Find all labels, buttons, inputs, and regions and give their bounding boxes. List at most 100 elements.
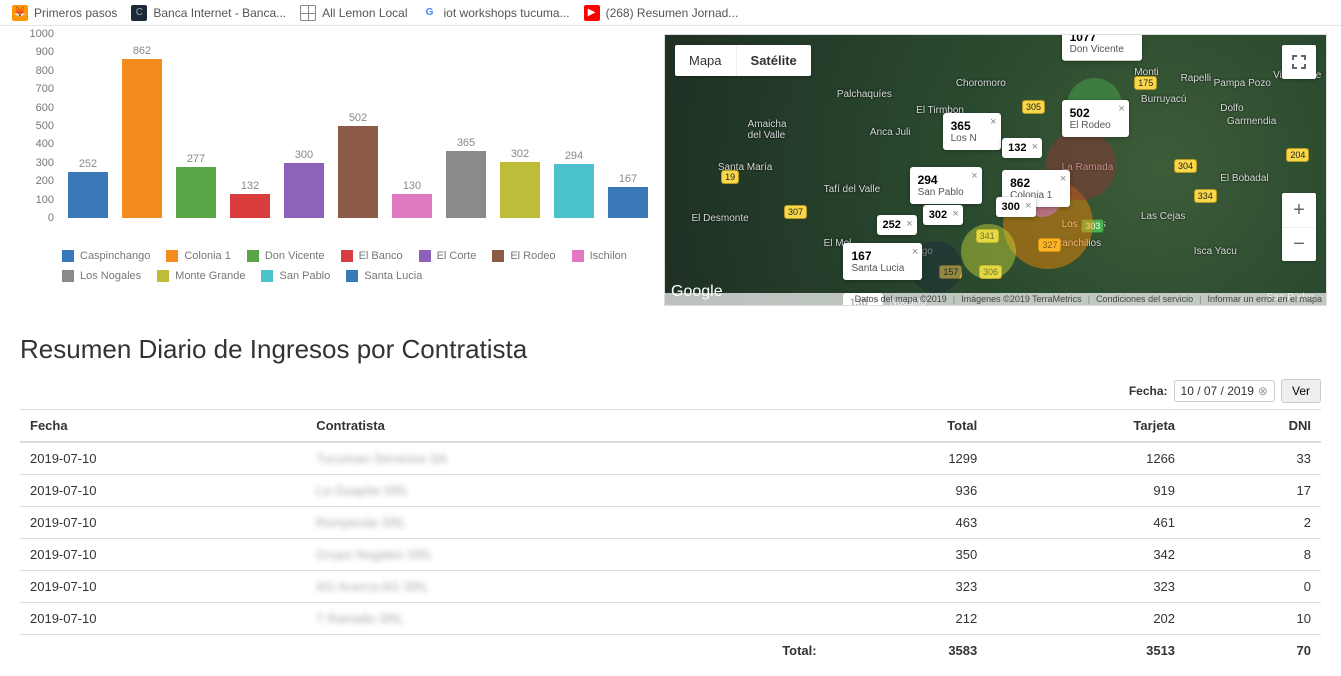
map-attr-link[interactable]: Datos del mapa ©2019 [855,294,947,304]
legend-item[interactable]: El Corte [419,250,477,262]
legend-label: Colonia 1 [184,250,230,262]
legend-label: Monte Grande [175,270,245,282]
cell-contratista: La Guapita SRL [306,475,826,507]
bar-don-vicente: 277 [176,153,216,218]
map-fullscreen-button[interactable] [1282,45,1316,79]
map-attr-link[interactable]: Condiciones del servicio [1096,294,1193,304]
close-icon[interactable]: × [1032,141,1038,153]
legend-item[interactable]: Los Nogales [62,270,141,282]
map-info-window[interactable]: ×252 [877,215,917,235]
map-zoom-in[interactable]: + [1282,193,1316,227]
map-zoom-out[interactable]: − [1282,227,1316,261]
legend-item[interactable]: Santa Lucia [346,270,422,282]
legend-swatch [572,250,584,262]
bar-el-corte: 300 [284,149,324,218]
map-type-map[interactable]: Mapa [675,45,736,76]
map-info-window[interactable]: ×502El Rodeo [1062,100,1129,137]
footer-tarjeta: 3513 [987,635,1185,667]
map-type-satellite[interactable]: Satélite [736,45,811,76]
bar-value-label: 502 [349,112,367,124]
map-info-window[interactable]: ×1077Don Vicente [1062,34,1142,61]
bar-rect [608,187,648,218]
map-locality: El Desmonte [691,213,748,224]
ver-button[interactable]: Ver [1281,379,1321,403]
close-icon[interactable]: × [1025,200,1031,212]
legend-label: El Corte [437,250,477,262]
route-badge: 204 [1286,148,1309,162]
map-locality: Pampa Pozo [1214,78,1271,89]
map-info-window[interactable]: ×294San Pablo [910,167,982,204]
legend-item[interactable]: Ischilon [572,250,627,262]
bar-chart: 01002003004005006007008009001000 2528622… [14,34,654,244]
bookmark-3[interactable]: Giot workshops tucuma... [422,5,570,21]
map-info-window[interactable]: ×302 [923,205,963,225]
bookmark-1[interactable]: CBanca Internet - Banca... [131,5,286,21]
map-attr-link[interactable]: Imágenes ©2019 TerraMetrics [961,294,1082,304]
map-locality: Choromoro [956,78,1006,89]
legend-item[interactable]: Caspinchango [62,250,150,262]
cell-fecha: 2019-07-10 [20,571,306,603]
legend-item[interactable]: San Pablo [261,270,330,282]
legend-item[interactable]: Monte Grande [157,270,245,282]
cell-tarjeta: 1266 [987,442,1185,475]
map-locality: Garmendia [1227,116,1276,127]
close-icon[interactable]: × [912,246,918,258]
cell-fecha: 2019-07-10 [20,442,306,475]
map-locality: Rapelli [1181,73,1212,84]
map-locality: Dolfo [1220,103,1243,114]
cell-total: 323 [827,571,988,603]
close-icon[interactable]: × [906,218,912,230]
route-badge: 306 [979,265,1002,279]
cell-tarjeta: 919 [987,475,1185,507]
legend-item[interactable]: Colonia 1 [166,250,230,262]
map-locality: Isca Yacu [1194,246,1237,257]
close-icon[interactable]: × [952,208,958,220]
date-input[interactable]: 10 / 07 / 2019 ⊗ [1174,380,1275,402]
close-icon[interactable]: × [1060,173,1066,185]
bar-value-label: 300 [295,149,313,161]
map-locality: Tafí del Valle [824,184,881,195]
close-icon[interactable]: × [971,170,977,182]
legend-item[interactable]: El Rodeo [492,250,555,262]
bar-value-label: 862 [133,45,151,57]
close-icon[interactable]: × [990,116,996,128]
section-title: Resumen Diario de Ingresos por Contratis… [20,334,1321,365]
bookmark-2[interactable]: All Lemon Local [300,5,407,21]
legend-swatch [341,250,353,262]
legend-item[interactable]: Don Vicente [247,250,325,262]
cell-dni: 0 [1185,571,1321,603]
bar-rect [176,167,216,218]
cell-total: 350 [827,539,988,571]
table-body: 2019-07-10Tucuman Servicios SA1299126633… [20,442,1321,635]
map-attr-link[interactable]: Informar un error en el mapa [1207,294,1322,304]
route-badge: 327 [1038,238,1061,252]
cell-total: 212 [827,603,988,635]
bar-value-label: 252 [79,158,97,170]
cell-contratista: Grupo Nogales SRL [306,539,826,571]
map-zoom-control: + − [1282,193,1316,261]
map-info-window[interactable]: ×300 [996,197,1036,217]
clear-date-icon[interactable]: ⊗ [1258,384,1268,398]
close-icon[interactable]: × [1118,103,1124,115]
route-badge: 157 [939,265,962,279]
bar-el-rodeo: 502 [338,112,378,218]
legend-swatch [261,270,273,282]
y-tick: 1000 [30,28,54,40]
map-info-window[interactable]: ×132 [1002,138,1042,158]
y-tick: 100 [36,194,54,206]
bookmark-4[interactable]: ▶(268) Resumen Jornad... [584,5,739,21]
route-badge: 19 [721,170,739,184]
map-info-window[interactable]: ×365Los N [943,113,1001,150]
legend-label: El Rodeo [510,250,555,262]
bookmark-0[interactable]: 🦊Primeros pasos [12,5,117,21]
close-icon[interactable]: × [1131,34,1137,39]
legend-item[interactable]: El Banco [341,250,403,262]
cell-fecha: 2019-07-10 [20,539,306,571]
map-attribution: Datos del mapa ©2019|Imágenes ©2019 Terr… [665,293,1326,305]
bar-rect [122,59,162,218]
legend-swatch [492,250,504,262]
y-tick: 200 [36,175,54,187]
col-total: Total [827,410,988,443]
map[interactable]: Mapa Satélite + − Google Datos del mapa … [664,34,1327,306]
map-info-window[interactable]: ×167Santa Lucia [843,243,922,280]
